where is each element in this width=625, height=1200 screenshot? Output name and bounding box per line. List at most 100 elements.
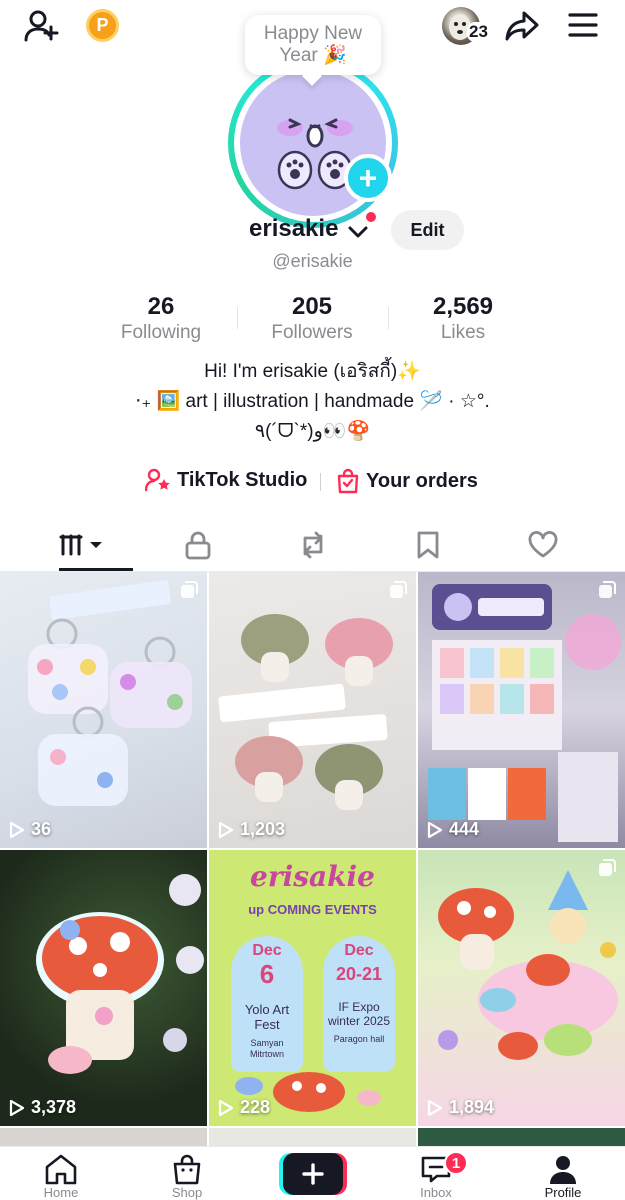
event-place: Paragon hall [333, 1034, 385, 1044]
play-icon [9, 821, 25, 838]
view-count-text: 3,378 [31, 1097, 77, 1117]
video-thumbnail[interactable]: 1,203 [209, 572, 416, 848]
mushroom-characters-art [438, 870, 618, 1060]
add-story-button[interactable]: + [344, 154, 392, 202]
event-card-2: Dec 20-21 IF Expo winter 2025 Paragon ha… [323, 936, 395, 1072]
shopping-bag-icon [337, 468, 359, 494]
view-count: 444 [427, 819, 479, 840]
bookmark-icon [417, 531, 438, 559]
avatar-status-bubble[interactable]: Happy New Year 🎉 [245, 15, 381, 75]
creator-star-icon [145, 468, 170, 492]
tab-favorites[interactable] [365, 520, 490, 570]
nav-label: Home [43, 1185, 79, 1200]
view-count-text: 1,203 [240, 819, 286, 839]
mushroom-sticker-art [36, 874, 204, 1074]
lock-icon [185, 531, 210, 560]
event-card-1: Dec 6 Yolo Art Fest Samyan Mitrtown [231, 936, 303, 1072]
chevron-down-icon[interactable] [347, 222, 369, 242]
tiktok-studio-link[interactable]: TikTok Studio [145, 468, 307, 492]
nav-label: Profile [544, 1185, 582, 1200]
view-count-text: 444 [449, 819, 480, 839]
event-day: 6 [259, 959, 275, 989]
event-brand: erisakie [250, 860, 375, 893]
play-icon [427, 1099, 443, 1116]
stat-value: 26 [147, 293, 175, 320]
shop-bag-icon [173, 1154, 201, 1185]
add-user-icon[interactable] [22, 8, 62, 44]
play-icon [218, 1099, 234, 1116]
view-count: 228 [218, 1097, 270, 1118]
profile-stats: 26 Following 205 Followers 2,569 Likes [0, 293, 625, 345]
divider [320, 473, 321, 491]
stat-label: Following [120, 322, 202, 343]
home-icon [45, 1154, 77, 1185]
event-month: Dec [252, 942, 282, 959]
view-count-text: 228 [240, 1097, 271, 1117]
multi-photo-icon [599, 581, 616, 598]
video-thumbnail[interactable]: 444 [418, 572, 625, 848]
multi-photo-icon [390, 581, 407, 598]
event-subtitle: up COMING EVENTS [248, 902, 377, 917]
stat-value: 2,569 [432, 293, 494, 320]
bottom-nav: Home Shop Inbox 1 Profile [0, 1146, 625, 1200]
stat-value: 205 [291, 293, 333, 320]
video-thumbnail[interactable] [209, 1128, 416, 1148]
view-count: 1,203 [218, 819, 285, 840]
inbox-badge: 1 [444, 1151, 468, 1175]
handle-text: @erisakie [272, 251, 353, 271]
bio-line: ٩(´ᗜ`*)و👀🍄 [254, 421, 371, 442]
menu-icon[interactable] [566, 10, 600, 40]
videos-grid-icon [59, 534, 102, 556]
profile-tabs [0, 520, 625, 572]
video-thumbnail[interactable] [0, 1128, 207, 1148]
friends-count: 23 [467, 22, 490, 42]
event-place: Samyan Mitrtown [249, 1038, 284, 1059]
tab-liked[interactable] [480, 520, 605, 570]
tab-private[interactable] [135, 520, 260, 570]
nav-label: Shop [171, 1185, 203, 1200]
mushroom-keychain-art [218, 614, 393, 810]
play-icon [9, 1099, 25, 1116]
view-count-text: 1,894 [449, 1097, 495, 1117]
username-handle: @erisakie [0, 251, 625, 272]
notification-dot [366, 212, 376, 222]
stat-likes[interactable]: 2,569 Likes [388, 293, 538, 345]
tab-videos[interactable] [20, 520, 145, 571]
view-count: 3,378 [9, 1097, 76, 1118]
play-icon [218, 821, 234, 838]
video-thumbnail[interactable]: erisakie up COMING EVENTS Dec 6 Yolo Art… [209, 850, 416, 1126]
nav-shop[interactable]: Shop [157, 1153, 217, 1200]
event-month: Dec [344, 942, 374, 959]
stat-followers[interactable]: 205 Followers [237, 293, 387, 345]
view-count-text: 36 [31, 819, 52, 839]
profile-bio[interactable]: Hi! I'm erisakie (เอริสกี้)✨ ⋅₊ 🖼️ art |… [0, 357, 625, 447]
edit-profile-button[interactable]: Edit [391, 210, 464, 250]
tab-reposts[interactable] [250, 520, 375, 570]
video-thumbnail[interactable] [418, 1128, 625, 1148]
create-button[interactable] [279, 1153, 347, 1195]
video-thumbnail[interactable]: 3,378 [0, 850, 207, 1126]
nav-profile[interactable]: Profile [533, 1153, 593, 1200]
stat-following[interactable]: 26 Following [86, 293, 236, 345]
multi-photo-icon [181, 581, 198, 598]
view-count: 1,894 [427, 1097, 494, 1118]
active-tab-indicator [59, 568, 133, 571]
your-orders-link[interactable]: Your orders [336, 468, 478, 494]
view-count: 36 [9, 819, 51, 840]
video-thumbnail[interactable]: 1,894 [418, 850, 625, 1126]
booth-display-art [428, 584, 621, 842]
video-thumbnail[interactable]: 36 [0, 572, 207, 848]
play-icon [427, 821, 443, 838]
profile-icon [550, 1156, 576, 1184]
bio-line: Hi! I'm erisakie (เอริสกี้)✨ [204, 361, 421, 382]
bio-line: ⋅₊ 🖼️ art | illustration | handmade 🪡 · … [135, 391, 490, 412]
share-icon[interactable] [503, 8, 541, 44]
event-name: IF Expo winter 2025 [327, 1000, 391, 1028]
nav-label: Inbox [420, 1185, 452, 1200]
coin-icon[interactable]: P [86, 9, 119, 42]
orders-label: Your orders [366, 469, 478, 492]
stat-label: Likes [440, 322, 486, 343]
display-name[interactable]: erisakie [249, 215, 338, 243]
nav-home[interactable]: Home [31, 1153, 91, 1200]
studio-label: TikTok Studio [177, 468, 308, 491]
